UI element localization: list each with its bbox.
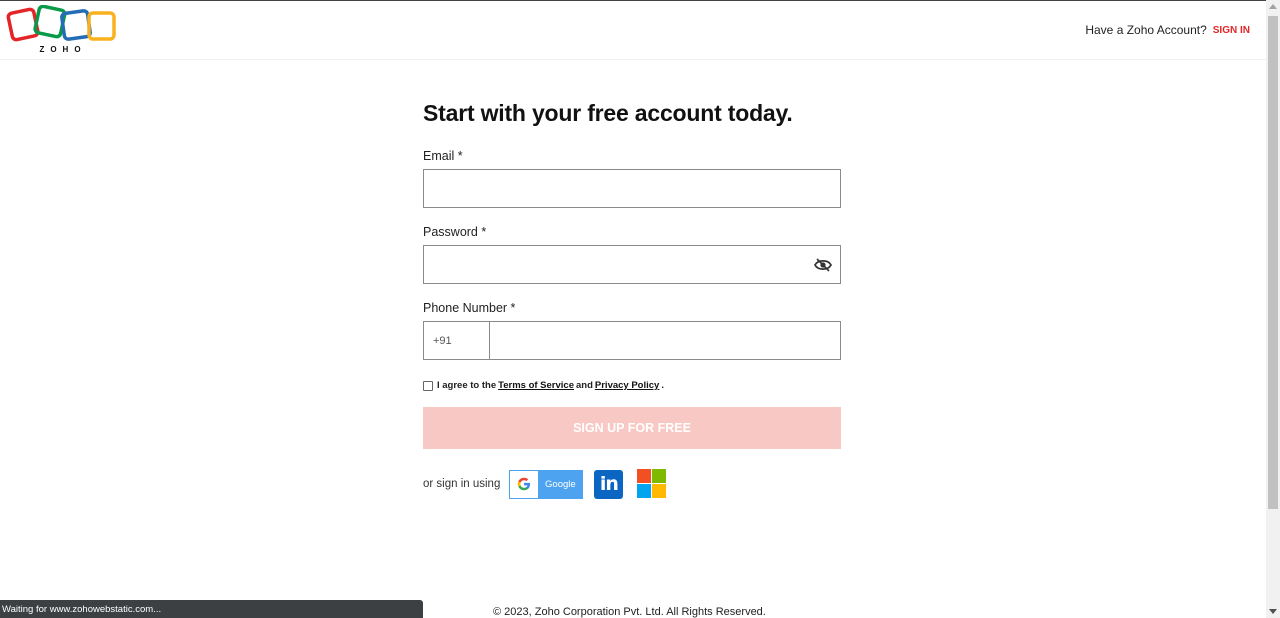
terms-of-service-link[interactable]: Terms of Service xyxy=(498,380,574,391)
sign-in-link[interactable]: SIGN IN xyxy=(1213,25,1250,36)
microsoft-icon-yellow-square xyxy=(652,484,667,498)
linkedin-sign-in-button[interactable]: in xyxy=(594,469,627,499)
microsoft-icon-green-square xyxy=(652,469,667,483)
zoho-logo-icon xyxy=(6,5,116,42)
microsoft-sign-in-button[interactable] xyxy=(637,469,667,499)
footer-copyright: © 2023, Zoho Corporation Pvt. Ltd. All R… xyxy=(493,606,766,618)
logo-wordmark: ZOHO xyxy=(39,45,87,54)
browser-status-bar: Waiting for www.zohowebstatic.com... xyxy=(0,600,423,618)
signup-form: Start with your free account today. Emai… xyxy=(423,100,841,499)
google-button-label: Google xyxy=(538,470,583,498)
agree-and-text: and xyxy=(576,380,593,391)
agree-prefix-text: I agree to the xyxy=(437,380,497,391)
top-header: ZOHO Have a Zoho Account? SIGN IN xyxy=(0,0,1266,60)
zoho-logo[interactable]: ZOHO xyxy=(6,5,118,55)
social-sign-in-label: or sign in using xyxy=(423,478,501,490)
account-prompt: Have a Zoho Account? SIGN IN xyxy=(1085,23,1250,37)
phone-field-box: +91 xyxy=(423,321,841,360)
vertical-scrollbar[interactable] xyxy=(1266,0,1280,618)
scrollbar-thumb[interactable] xyxy=(1268,16,1278,509)
page-title: Start with your free account today. xyxy=(423,100,793,126)
password-field-box xyxy=(423,245,841,284)
scroll-down-arrow-icon[interactable] xyxy=(1269,609,1277,614)
password-field[interactable] xyxy=(424,246,840,283)
social-sign-in: or sign in using Google in xyxy=(423,469,841,499)
google-sign-in-button[interactable]: Google xyxy=(509,469,584,499)
scroll-up-arrow-icon[interactable] xyxy=(1269,4,1277,9)
email-field-box xyxy=(423,169,841,208)
email-field[interactable] xyxy=(424,170,840,207)
have-account-text: Have a Zoho Account? xyxy=(1085,23,1207,37)
agree-suffix-text: . xyxy=(661,380,664,391)
password-label: Password * xyxy=(423,225,487,239)
google-icon xyxy=(510,470,539,498)
microsoft-icon-blue-square xyxy=(637,484,652,498)
country-code-select[interactable]: +91 xyxy=(424,322,490,359)
phone-number-field[interactable] xyxy=(490,322,840,359)
agree-checkbox[interactable] xyxy=(423,380,433,391)
show-password-eye-icon[interactable] xyxy=(814,258,832,272)
sign-up-button[interactable]: SIGN UP FOR FREE xyxy=(423,407,841,449)
linkedin-icon: in xyxy=(594,469,624,499)
email-label: Email * xyxy=(423,149,463,163)
privacy-policy-link[interactable]: Privacy Policy xyxy=(595,380,659,391)
phone-label: Phone Number * xyxy=(423,301,516,315)
terms-agreement: I agree to the Terms of Service and Priv… xyxy=(423,380,841,391)
microsoft-icon-red-square xyxy=(637,469,652,483)
